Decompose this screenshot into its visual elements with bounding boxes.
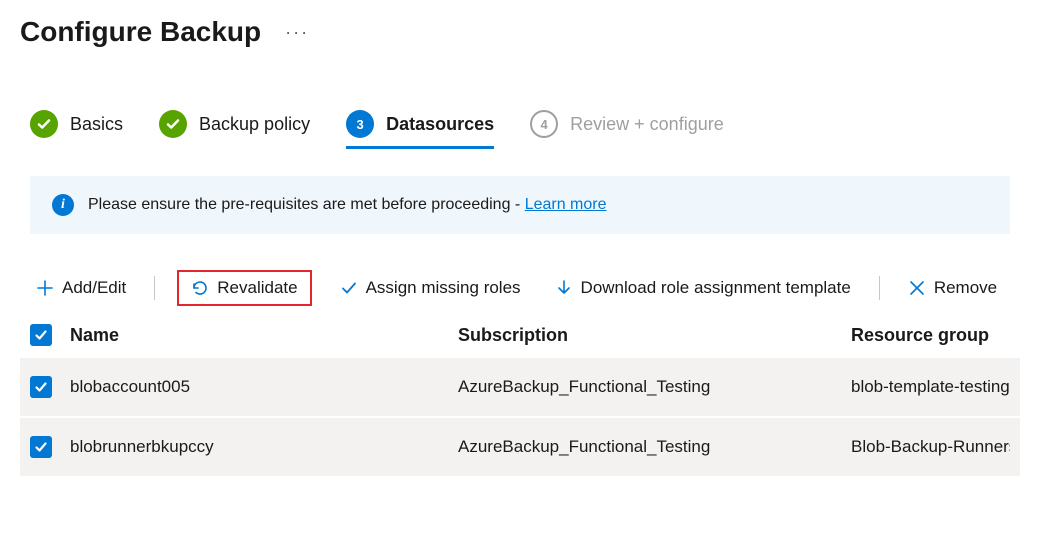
info-banner: i Please ensure the pre-requisites are m…	[30, 176, 1010, 234]
row-checkbox[interactable]	[30, 436, 52, 458]
button-label: Remove	[934, 278, 997, 298]
download-icon	[555, 279, 573, 297]
separator	[154, 276, 155, 300]
assign-roles-button[interactable]: Assign missing roles	[334, 274, 527, 302]
download-template-button[interactable]: Download role assignment template	[549, 274, 857, 302]
check-icon	[340, 279, 358, 297]
col-name[interactable]: Name	[70, 325, 440, 346]
info-text: Please ensure the pre-requisites are met…	[88, 196, 607, 214]
button-label: Download role assignment template	[581, 278, 851, 298]
toolbar: Add/Edit Revalidate Assign missing roles…	[20, 254, 1020, 314]
step-number-icon: 3	[346, 110, 374, 138]
cell-resource-group: blob-template-testing	[851, 377, 1010, 397]
revalidate-highlight: Revalidate	[177, 270, 311, 306]
page-title: Configure Backup	[20, 16, 261, 48]
info-icon: i	[52, 194, 74, 216]
step-label: Backup policy	[199, 114, 310, 135]
remove-button[interactable]: Remove	[902, 274, 1003, 302]
step-review-configure[interactable]: 4 Review + configure	[530, 110, 724, 138]
step-label: Basics	[70, 114, 123, 135]
col-resource-group[interactable]: Resource group	[851, 325, 1010, 346]
step-basics[interactable]: Basics	[30, 110, 123, 138]
revalidate-button[interactable]: Revalidate	[185, 274, 303, 302]
more-icon[interactable]: ···	[285, 22, 309, 43]
refresh-icon	[191, 279, 209, 297]
cell-name: blobaccount005	[70, 377, 440, 397]
button-label: Add/Edit	[62, 278, 126, 298]
cell-subscription: AzureBackup_Functional_Testing	[458, 377, 833, 397]
check-icon	[30, 110, 58, 138]
col-subscription[interactable]: Subscription	[458, 325, 833, 346]
separator	[879, 276, 880, 300]
plus-icon	[36, 279, 54, 297]
button-label: Assign missing roles	[366, 278, 521, 298]
step-label: Review + configure	[570, 114, 724, 135]
info-message: Please ensure the pre-requisites are met…	[88, 196, 525, 213]
step-label: Datasources	[386, 114, 494, 135]
cell-resource-group: Blob-Backup-Runnersccy	[851, 437, 1010, 457]
wizard-steps: Basics Backup policy 3 Datasources 4 Rev…	[20, 72, 1020, 156]
row-checkbox[interactable]	[30, 376, 52, 398]
learn-more-link[interactable]: Learn more	[525, 196, 607, 213]
check-icon	[159, 110, 187, 138]
step-number-icon: 4	[530, 110, 558, 138]
step-backup-policy[interactable]: Backup policy	[159, 110, 310, 138]
select-all-checkbox[interactable]	[30, 324, 52, 346]
table-header: Name Subscription Resource group	[20, 314, 1020, 356]
cell-name: blobrunnerbkupccy	[70, 437, 440, 457]
table-row[interactable]: blobrunnerbkupccy AzureBackup_Functional…	[20, 416, 1020, 476]
add-edit-button[interactable]: Add/Edit	[30, 274, 132, 302]
cell-subscription: AzureBackup_Functional_Testing	[458, 437, 833, 457]
close-icon	[908, 279, 926, 297]
table-row[interactable]: blobaccount005 AzureBackup_Functional_Te…	[20, 356, 1020, 416]
step-datasources[interactable]: 3 Datasources	[346, 110, 494, 149]
button-label: Revalidate	[217, 278, 297, 298]
